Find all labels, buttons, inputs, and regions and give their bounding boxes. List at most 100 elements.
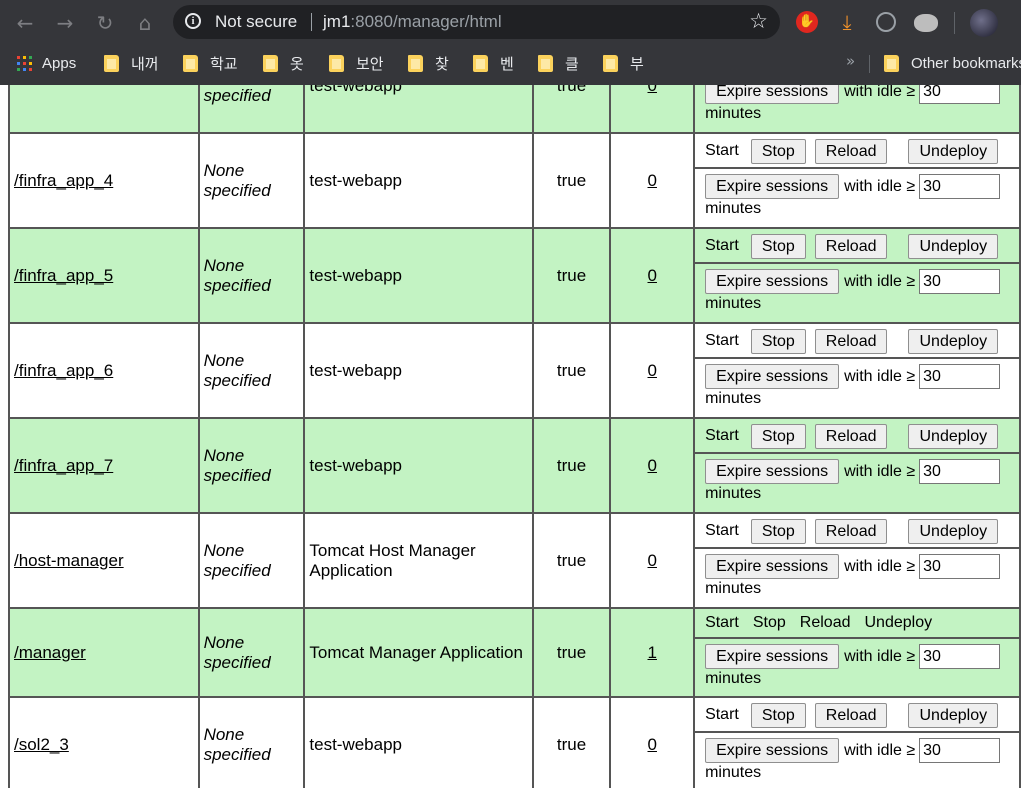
display-name-text: test-webapp	[309, 360, 403, 380]
download-icon[interactable]: ⤓	[836, 11, 858, 33]
bookmark-folder[interactable]: 찾	[408, 45, 449, 81]
app-path-link[interactable]: /host-manager	[14, 551, 124, 570]
application-row: /finfra_app_4 None specified test-webapp…	[8, 132, 1021, 229]
browser-chrome: ← → ↻ ⌂ i Not secure jm1:8080/manager/ht…	[0, 0, 1021, 85]
expire-sessions-button[interactable]: Expire sessions	[705, 85, 840, 104]
app-path-link[interactable]: /finfra_app_7	[14, 456, 113, 475]
sessions-link[interactable]: 0	[648, 735, 657, 754]
sessions-cell: 0	[609, 696, 696, 788]
sessions-link[interactable]: 0	[648, 171, 657, 190]
stop-button[interactable]: Stop	[750, 423, 806, 449]
bookmark-other[interactable]: Other bookmarks	[884, 45, 1021, 81]
reload-icon[interactable]: ↻	[92, 10, 118, 36]
undeploy-button[interactable]: Undeploy	[908, 423, 999, 449]
idle-minutes-input[interactable]: 30	[919, 737, 1001, 763]
bookmark-folder[interactable]: 보안	[329, 45, 384, 81]
undeploy-button[interactable]: Undeploy	[908, 328, 999, 354]
reload-button[interactable]: Reload	[814, 328, 888, 354]
sessions-link[interactable]: 1	[648, 643, 657, 662]
forward-icon[interactable]: →	[52, 10, 78, 36]
version-text: None specified	[203, 445, 271, 485]
version-cell: None specified	[197, 132, 306, 229]
bookmark-folder[interactable]: 부	[603, 45, 644, 81]
security-label[interactable]: Not secure	[215, 12, 297, 32]
bookmark-label: 내꺼	[131, 55, 159, 73]
idle-minutes-input[interactable]: 30	[919, 553, 1001, 579]
bookmark-folder[interactable]: 학교	[183, 45, 238, 81]
expire-sessions-button[interactable]: Expire sessions	[705, 737, 840, 763]
bookmark-folder[interactable]: 내꺼	[104, 45, 159, 81]
bookmark-label: 찾	[435, 55, 449, 73]
undeploy-button[interactable]: Undeploy	[908, 233, 999, 259]
idle-minutes-input[interactable]: 30	[919, 458, 1001, 484]
bookmark-folder[interactable]: 옷	[263, 45, 304, 81]
back-icon[interactable]: ←	[12, 10, 38, 36]
stop-button[interactable]: Stop	[750, 328, 806, 354]
display-name-cell: test-webapp	[303, 85, 534, 134]
sessions-link[interactable]: 0	[648, 266, 657, 285]
expire-sessions-button[interactable]: Expire sessions	[705, 363, 840, 389]
stop-button[interactable]: Stop	[750, 233, 806, 259]
expire-sessions-button[interactable]: Expire sessions	[705, 458, 840, 484]
app-path-link[interactable]: /sol2_3	[14, 735, 69, 754]
stop-button[interactable]: Stop	[750, 138, 806, 164]
expire-sessions-button[interactable]: Expire sessions	[705, 173, 840, 199]
address-bar[interactable]: i Not secure jm1:8080/manager/html ☆	[173, 5, 780, 39]
toolbar-divider	[954, 12, 955, 34]
sheep-extension-icon[interactable]	[914, 14, 938, 32]
expire-sessions-form: Expire sessions with idle ≥30 minutes	[695, 549, 1019, 606]
expire-sessions-button[interactable]: Expire sessions	[705, 553, 840, 579]
undeploy-button[interactable]: Undeploy	[908, 518, 999, 544]
version-text: None specified	[203, 724, 271, 764]
version-text: None specified	[203, 632, 271, 672]
bookmark-apps[interactable]: Apps	[17, 45, 76, 81]
url-text[interactable]: jm1:8080/manager/html	[323, 12, 502, 32]
lightbulb-icon[interactable]	[876, 12, 896, 32]
sessions-link[interactable]: 0	[648, 85, 657, 95]
application-row: /sol2_3 None specified test-webapp true …	[8, 696, 1021, 788]
undeploy-button[interactable]: Undeploy	[908, 702, 999, 728]
expire-sessions-button[interactable]: Expire sessions	[705, 644, 840, 669]
app-path-link[interactable]: /finfra_app_4	[14, 171, 113, 190]
app-path-link[interactable]: /finfra_app_5	[14, 266, 113, 285]
bookmark-folder[interactable]: 클	[538, 45, 579, 81]
bookmark-star-icon[interactable]: ☆	[749, 9, 768, 33]
reload-button[interactable]: Reload	[814, 702, 888, 728]
idle-minutes-input[interactable]: 30	[919, 173, 1001, 199]
running-status: true	[556, 550, 587, 570]
home-icon[interactable]: ⌂	[132, 10, 158, 36]
info-icon[interactable]: i	[185, 13, 201, 29]
application-row: /host-manager None specified Tomcat Host…	[8, 512, 1021, 609]
idle-minutes-input[interactable]: 30	[919, 85, 1001, 104]
stop-button[interactable]: Stop	[750, 702, 806, 728]
profile-avatar[interactable]	[970, 9, 998, 37]
path-cell: /finfra_app_6	[8, 322, 200, 419]
minutes-label: minutes	[705, 294, 762, 312]
idle-minutes-input[interactable]: 30	[919, 644, 1001, 670]
running-status: true	[556, 734, 587, 754]
sessions-link[interactable]: 0	[648, 551, 657, 570]
idle-minutes-input[interactable]: 30	[919, 268, 1001, 294]
stop-button[interactable]: Stop	[750, 518, 806, 544]
display-name-cell: test-webapp	[303, 417, 534, 514]
expire-sessions-form: Expire sessions with idle ≥30 minutes	[695, 264, 1019, 321]
more-bookmarks-chevron-icon[interactable]: »	[846, 52, 855, 70]
bookmark-folder[interactable]: 벤	[473, 45, 514, 81]
path-cell: /host-manager	[8, 512, 200, 609]
app-path-link[interactable]: /finfra_app_6	[14, 361, 113, 380]
expire-sessions-button[interactable]: Expire sessions	[705, 268, 840, 294]
sessions-link[interactable]: 0	[648, 456, 657, 475]
version-text: None specified	[203, 255, 271, 295]
with-idle-label: with idle ≥	[844, 648, 916, 665]
idle-minutes-input[interactable]: 30	[919, 363, 1001, 389]
reload-button[interactable]: Reload	[814, 423, 888, 449]
sessions-link[interactable]: 0	[648, 361, 657, 380]
reload-button[interactable]: Reload	[814, 518, 888, 544]
app-path-link[interactable]: /manager	[14, 643, 86, 662]
start-label: Start	[705, 522, 739, 539]
reload-button[interactable]: Reload	[814, 138, 888, 164]
undeploy-button[interactable]: Undeploy	[908, 138, 999, 164]
reload-button[interactable]: Reload	[814, 233, 888, 259]
ad-block-icon[interactable]: ✋	[796, 11, 818, 33]
application-row: /finfra_app_5 None specified test-webapp…	[8, 227, 1021, 324]
